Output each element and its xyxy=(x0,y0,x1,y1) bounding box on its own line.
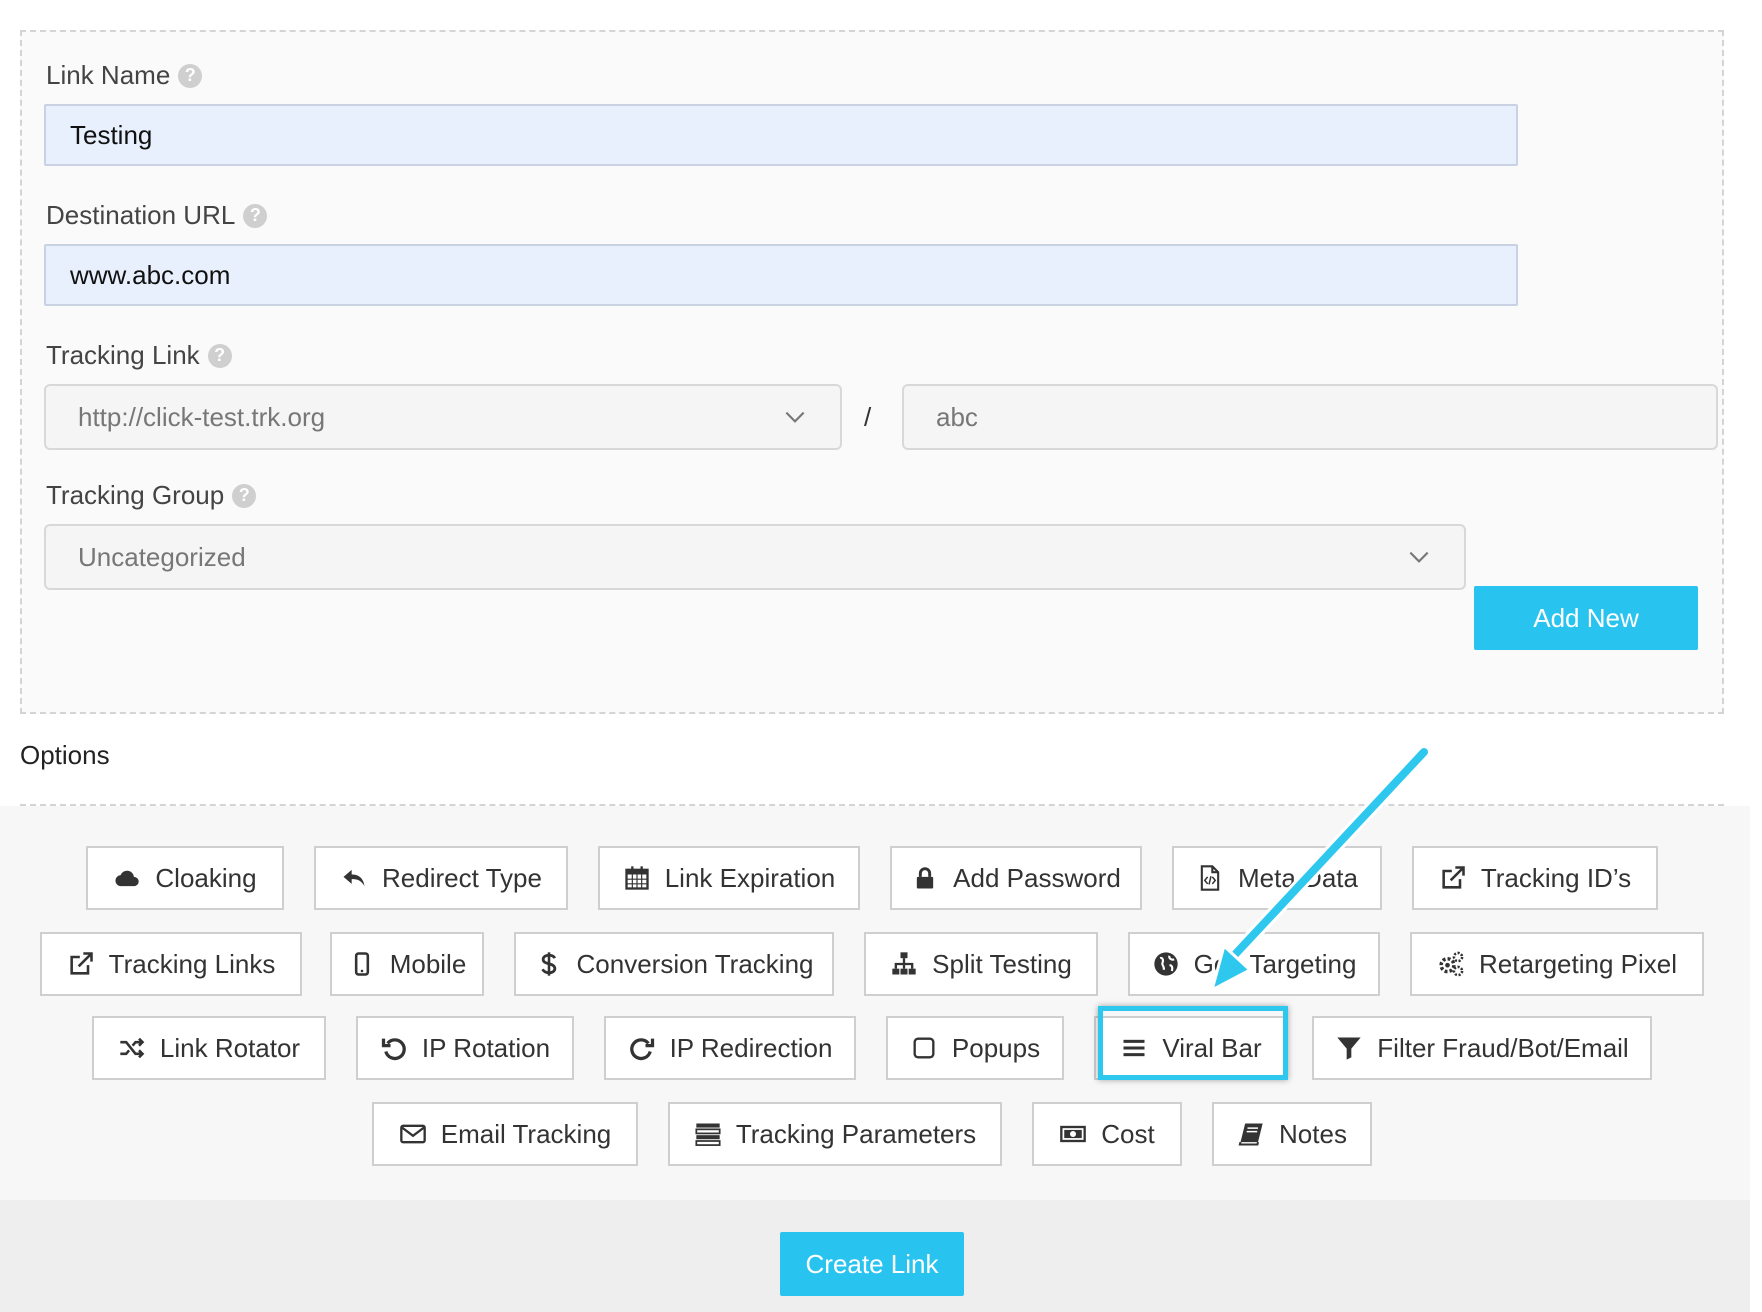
option-cost-button[interactable]: Cost xyxy=(1032,1102,1182,1166)
tracking-link-label: Tracking Link ? xyxy=(46,340,232,371)
viral-bar-highlight xyxy=(1098,1006,1288,1080)
dollar-icon xyxy=(540,952,556,976)
option-link-expiration-button[interactable]: Link Expiration xyxy=(598,846,860,910)
option-conversion-tracking-button[interactable]: Conversion Tracking xyxy=(514,932,834,996)
tracking-slug-input[interactable]: abc xyxy=(902,384,1718,450)
help-icon[interactable]: ? xyxy=(207,343,232,368)
option-ip-rotation-button[interactable]: IP Rotation xyxy=(356,1016,574,1080)
options-title: Options xyxy=(20,740,110,770)
list-icon xyxy=(695,1123,721,1146)
destination-url-label: Destination URL ? xyxy=(46,200,268,231)
option-geo-targeting-button[interactable]: Geo Targeting xyxy=(1128,932,1380,996)
lock-icon xyxy=(917,867,934,889)
redo-icon xyxy=(629,1038,654,1061)
option-mobile-button[interactable]: Mobile xyxy=(330,932,484,996)
money-icon xyxy=(1060,1125,1087,1143)
option-redirect-type-button[interactable]: Redirect Type xyxy=(314,846,568,910)
option-cloaking-button[interactable]: Cloaking xyxy=(86,846,284,910)
mobile-icon xyxy=(354,952,369,976)
external-link-icon xyxy=(1442,866,1465,889)
option-notes-button[interactable]: Notes xyxy=(1212,1102,1372,1166)
option-add-password-button[interactable]: Add Password xyxy=(890,846,1142,910)
shuffle-icon xyxy=(120,1037,145,1059)
chevron-down-icon xyxy=(1409,551,1429,563)
path-separator: / xyxy=(864,402,872,432)
external-link-icon xyxy=(70,952,93,975)
help-icon[interactable]: ? xyxy=(243,203,268,228)
cogs-icon xyxy=(1439,951,1464,977)
calendar-icon xyxy=(625,866,649,890)
tracking-domain-select[interactable]: http://click-test.trk.org xyxy=(44,384,842,450)
option-tracking-parameters-button[interactable]: Tracking Parameters xyxy=(668,1102,1002,1166)
reply-icon xyxy=(343,869,365,887)
envelope-icon xyxy=(399,1124,426,1144)
link-form-panel: Link Name ? Testing Destination URL ? ww… xyxy=(20,30,1724,714)
help-icon[interactable]: ? xyxy=(232,483,257,508)
cloud-icon xyxy=(115,870,140,887)
add-new-group-button[interactable]: Add New xyxy=(1474,586,1698,650)
option-popups-button[interactable]: Popups xyxy=(886,1016,1064,1080)
tracking-group-select[interactable]: Uncategorized xyxy=(44,524,1466,590)
option-meta-data-button[interactable]: Meta Data xyxy=(1172,846,1382,910)
help-icon[interactable]: ? xyxy=(178,63,203,88)
option-tracking-links-button[interactable]: Tracking Links xyxy=(40,932,302,996)
chevron-down-icon xyxy=(785,411,805,423)
undo-icon xyxy=(381,1038,406,1061)
tracking-group-label: Tracking Group ? xyxy=(46,480,257,511)
link-name-input[interactable]: Testing xyxy=(44,104,1518,166)
book-icon xyxy=(1238,1123,1263,1146)
option-ip-redirection-button[interactable]: IP Redirection xyxy=(604,1016,856,1080)
square-icon xyxy=(913,1037,935,1059)
filter-icon xyxy=(1337,1037,1361,1060)
option-link-rotator-button[interactable]: Link Rotator xyxy=(92,1016,326,1080)
option-retargeting-pixel-button[interactable]: Retargeting Pixel xyxy=(1410,932,1704,996)
sitemap-icon xyxy=(892,952,916,975)
destination-url-input[interactable]: www.abc.com xyxy=(44,244,1518,306)
option-filter-fraud-button[interactable]: Filter Fraud/Bot/Email xyxy=(1312,1016,1652,1080)
code-file-icon xyxy=(1200,865,1220,891)
globe-icon xyxy=(1153,952,1178,976)
option-tracking-ids-button[interactable]: Tracking ID’s xyxy=(1412,846,1658,910)
create-link-button[interactable]: Create Link xyxy=(780,1232,964,1296)
option-split-testing-button[interactable]: Split Testing xyxy=(864,932,1098,996)
option-email-tracking-button[interactable]: Email Tracking xyxy=(372,1102,638,1166)
link-name-label: Link Name ? xyxy=(46,60,203,91)
